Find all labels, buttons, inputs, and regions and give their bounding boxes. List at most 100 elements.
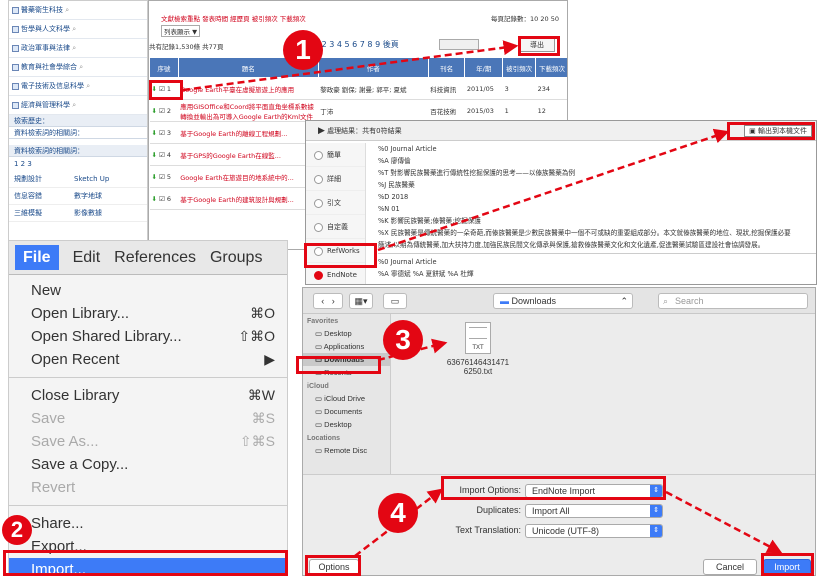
- search-icon[interactable]: ⌕: [70, 44, 76, 52]
- menu-item-label: Save As...: [31, 433, 99, 450]
- cell-no[interactable]: ⬇ ☑ 5: [149, 165, 179, 188]
- list-mode-select[interactable]: 列表顯示 ▼: [161, 25, 201, 37]
- checkbox[interactable]: [12, 25, 19, 33]
- sidebar-item-documents[interactable]: ▭ Documents: [303, 405, 390, 418]
- search-icon[interactable]: ⌕: [63, 6, 69, 14]
- radio-icon[interactable]: [314, 174, 323, 184]
- radio-icon[interactable]: [314, 198, 323, 208]
- menubar-edit[interactable]: Edit: [73, 249, 101, 266]
- cell-no[interactable]: ⬇ ☑ 3: [149, 121, 179, 144]
- related-term-link[interactable]: 數字地球: [74, 191, 134, 201]
- search-icon[interactable]: ⌕: [77, 63, 83, 71]
- sort-links[interactable]: 文獻檢索重點 發表時間 經歷頁 被引頻次 下載頻次: [161, 13, 306, 23]
- new-folder-button[interactable]: ▭: [383, 293, 407, 309]
- pagination[interactable]: 1 2 3 4 5 6 7 8 9 後頁: [314, 39, 399, 50]
- sidebar-category-item[interactable]: 教育與社會學綜合 ⌕: [9, 58, 147, 77]
- menubar-references[interactable]: References: [114, 249, 196, 266]
- menu-item-open-library[interactable]: Open Library... ⌘O: [9, 302, 287, 325]
- sidebar-item-desktop[interactable]: ▭ Desktop: [303, 418, 390, 431]
- sidebar-item-downloads[interactable]: ▭ Downloads: [303, 353, 390, 366]
- duplicates-select[interactable]: Import All ⇕: [525, 504, 663, 518]
- checkbox[interactable]: [12, 101, 19, 109]
- cell-no[interactable]: ⬇ ☑ 4: [149, 143, 179, 166]
- sidebar-category-item[interactable]: 哲學與人文科學 ⌕: [9, 20, 147, 39]
- export-to-file-button[interactable]: ▣ 輸出到本機文件: [744, 125, 812, 137]
- row-checkbox[interactable]: ☑: [157, 85, 167, 93]
- back-forward-buttons[interactable]: ‹ ›: [313, 293, 343, 309]
- search-icon[interactable]: ⌕: [70, 25, 76, 33]
- menu-item-close-library[interactable]: Close Library ⌘W: [9, 384, 287, 407]
- text-translation-select[interactable]: Unicode (UTF-8) ⇕: [525, 524, 663, 538]
- menu-item-import[interactable]: Import...: [9, 558, 287, 575]
- radio-icon[interactable]: [314, 246, 323, 256]
- cell-title[interactable]: 基于GPS的Google Earth在線監...: [178, 143, 319, 166]
- sidebar-category-item[interactable]: 電子技術及信息科學 ⌕: [9, 77, 147, 96]
- row-checkbox[interactable]: ☑: [157, 151, 167, 159]
- sidebar-item-desktop[interactable]: ▭ Desktop: [303, 327, 390, 340]
- cell-text-title: 應用GISOffice和Coord將平面直角坐標系數據轉換並輸出為可導入Goog…: [180, 102, 314, 121]
- radio-icon[interactable]: [314, 150, 323, 160]
- menubar-file[interactable]: File: [15, 245, 59, 270]
- file-item[interactable]: TXT 63676146431471 6250.txt: [433, 322, 523, 376]
- folder-path-select[interactable]: ▬ Downloads ⌃: [493, 293, 633, 309]
- search-input[interactable]: ⌕ Search: [658, 293, 808, 309]
- action-button[interactable]: [439, 39, 479, 50]
- checkbox[interactable]: [12, 44, 19, 52]
- row-checkbox[interactable]: ☑: [157, 129, 167, 137]
- menu-item-open-shared-library[interactable]: Open Shared Library... ⇧⌘O: [9, 325, 287, 348]
- import-button[interactable]: Import: [763, 559, 811, 575]
- menu-item-share[interactable]: Share...: [9, 512, 287, 535]
- record-line: %N 01: [378, 205, 400, 213]
- radio-icon[interactable]: [314, 222, 323, 232]
- sidebar-item-remote-disc[interactable]: ▭ Remote Disc: [303, 444, 390, 457]
- format-option[interactable]: 自定義: [306, 215, 365, 239]
- sidebar-category-item[interactable]: 醫藥衛生科技 ⌕: [9, 1, 147, 20]
- format-option[interactable]: 簡單: [306, 143, 365, 167]
- related-term-link[interactable]: 規劃設計: [14, 174, 74, 184]
- menu-item-save-a-copy[interactable]: Save a Copy...: [9, 453, 287, 476]
- search-icon[interactable]: ⌕: [84, 82, 90, 90]
- sidebar-category-item[interactable]: 經濟與管理科學 ⌕: [9, 96, 147, 115]
- format-option[interactable]: EndNote: [306, 263, 365, 284]
- cell-no[interactable]: ⬇ ☑ 2: [149, 99, 179, 122]
- cancel-button[interactable]: Cancel: [703, 559, 757, 575]
- menu-item-new[interactable]: New: [9, 279, 287, 302]
- page-size-selector[interactable]: 每頁記錄數：10 20 50: [491, 13, 559, 23]
- related-term-link[interactable]: Sketch Up: [74, 175, 134, 183]
- checkbox[interactable]: [12, 63, 19, 71]
- format-option[interactable]: 詳細: [306, 167, 365, 191]
- sidebar-item-applications[interactable]: ▭ Applications: [303, 340, 390, 353]
- menu-item-export[interactable]: Export...: [9, 535, 287, 558]
- cell-no[interactable]: ⬇ ☑ 6: [149, 187, 179, 210]
- view-mode-button[interactable]: ▦▾: [349, 293, 373, 309]
- format-option[interactable]: 引文: [306, 191, 365, 215]
- cell-title[interactable]: Google Earth平臺在虛擬旅遊上的應用: [178, 77, 319, 100]
- radio-icon[interactable]: [314, 270, 323, 280]
- cell-no[interactable]: ⬇ ☑ 1: [149, 77, 179, 100]
- sidebar-item-icloud-drive[interactable]: ▭ iCloud Drive: [303, 392, 390, 405]
- row-checkbox[interactable]: ☑: [157, 173, 167, 181]
- related-term-link[interactable]: 三維模擬: [14, 208, 74, 218]
- export-button[interactable]: 導出: [519, 38, 555, 52]
- related-term-link[interactable]: 信息容錯: [14, 191, 74, 201]
- options-button[interactable]: Options: [309, 559, 359, 575]
- sidebar-category-item[interactable]: 政治軍事與法律 ⌕: [9, 39, 147, 58]
- menu-item-open-recent[interactable]: Open Recent ▶: [9, 348, 287, 371]
- sidebar-pager[interactable]: 1 2 3: [9, 157, 147, 171]
- cell-title[interactable]: 應用GISOffice和Coord將平面直角坐標系數據轉換並輸出為可導入Goog…: [178, 99, 319, 122]
- import-options-select[interactable]: EndNote Import ⇕: [525, 484, 663, 498]
- sidebar-item-recents[interactable]: ▭ Recents: [303, 366, 390, 379]
- format-option[interactable]: RefWorks: [306, 239, 365, 263]
- cell-title[interactable]: Google Earth在旅遊目的地系統中的...: [178, 165, 319, 188]
- cell-title[interactable]: 基于Google Earth的建筑設計與規劃...: [178, 187, 319, 210]
- related-terms-label[interactable]: 資料檢索詞的相關詞：: [9, 127, 147, 139]
- checkbox[interactable]: [12, 82, 19, 90]
- search-icon[interactable]: ⌕: [70, 101, 76, 109]
- row-checkbox[interactable]: ☑: [157, 107, 167, 115]
- menubar-groups[interactable]: Groups: [210, 249, 262, 266]
- format-label: 簡單: [327, 151, 341, 159]
- checkbox[interactable]: [12, 6, 19, 14]
- row-checkbox[interactable]: ☑: [157, 195, 167, 203]
- cell-title[interactable]: 基于Google Earth的離線工程規劃...: [178, 121, 319, 144]
- related-term-link[interactable]: 影像數據: [74, 208, 134, 218]
